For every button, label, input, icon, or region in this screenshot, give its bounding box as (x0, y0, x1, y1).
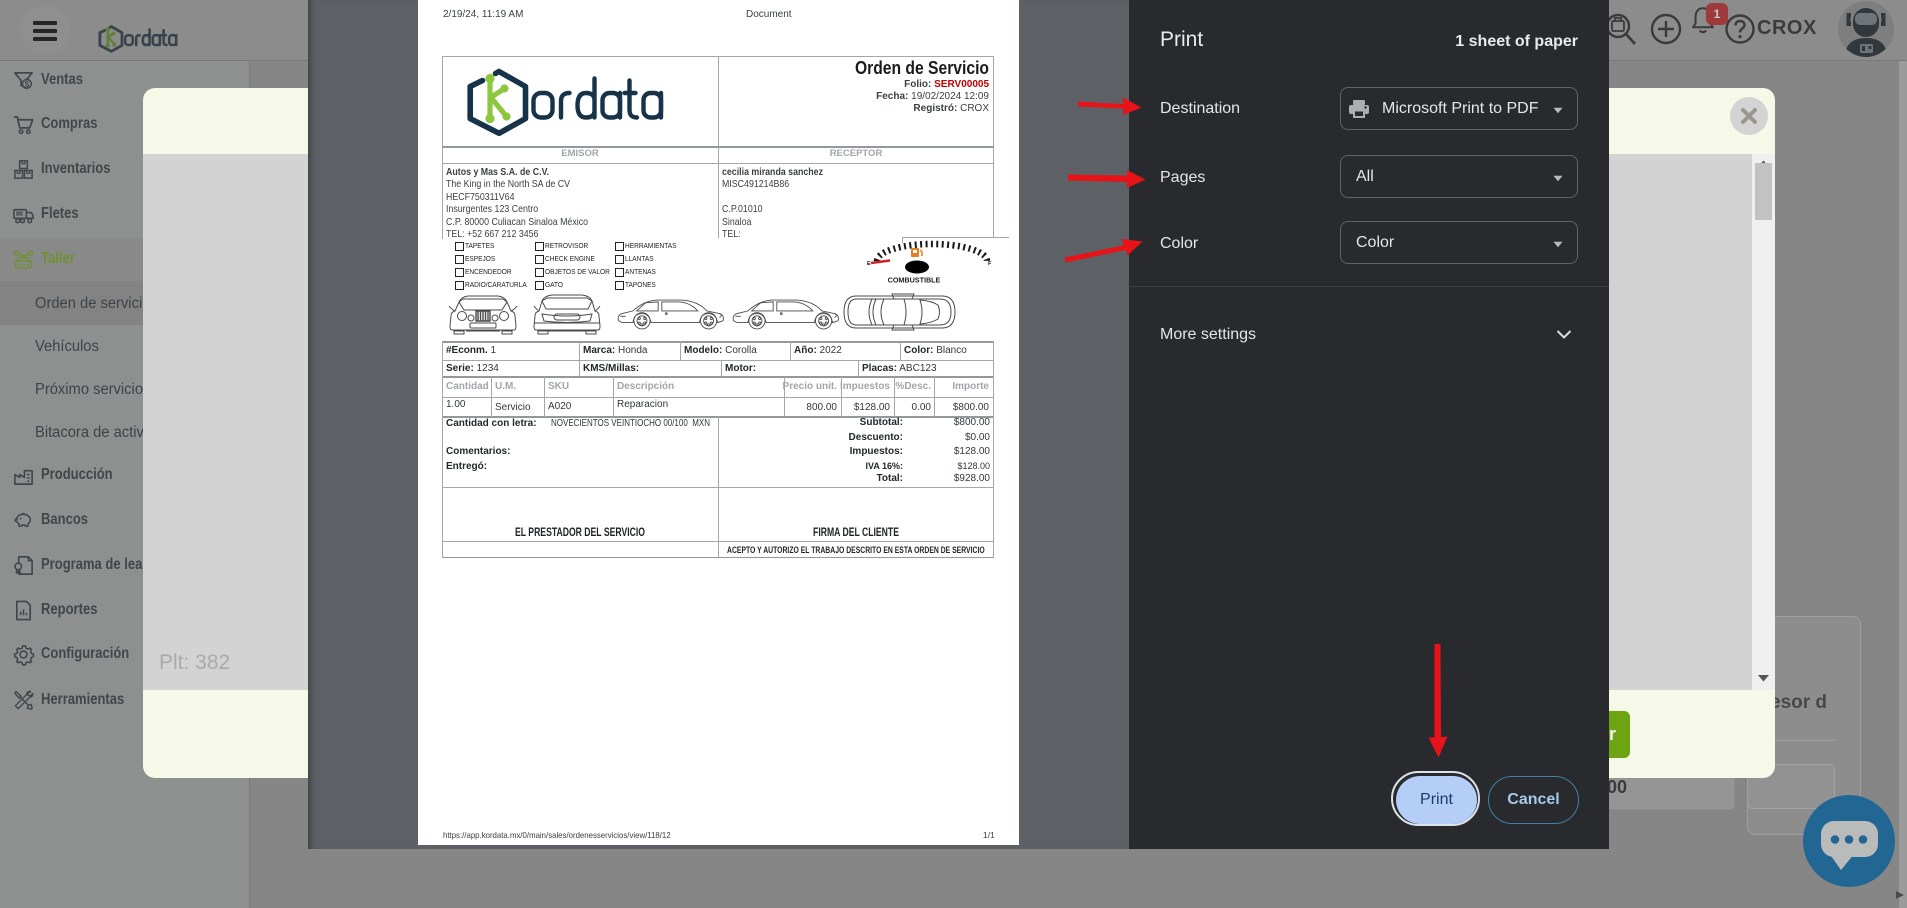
svg-text:$: $ (25, 79, 30, 88)
svg-text:E: E (867, 261, 871, 267)
svg-text:F: F (988, 261, 992, 267)
svg-text:COMBUSTIBLE: COMBUSTIBLE (888, 276, 941, 285)
